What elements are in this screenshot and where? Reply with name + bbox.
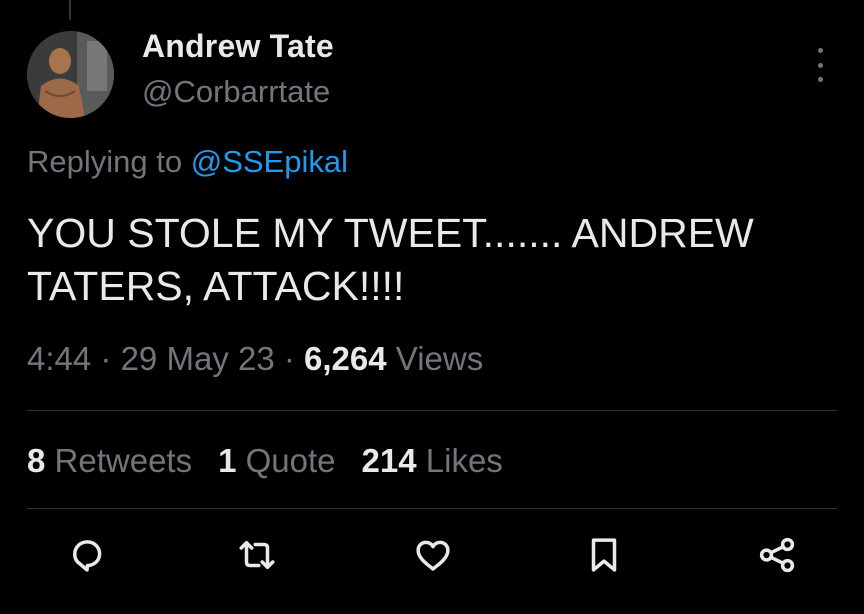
divider [27, 508, 837, 509]
reply-icon [73, 540, 102, 572]
share-icon [759, 537, 795, 573]
views-count: 6,264 [304, 340, 387, 377]
more-dot-icon [817, 48, 823, 53]
replying-to-handle-link[interactable]: @SSEpikal [191, 144, 348, 179]
quotes-stat[interactable]: 1 Quote [218, 442, 335, 480]
tweet-date[interactable]: 29 May 23 [121, 340, 275, 377]
divider [27, 410, 837, 411]
tweet-meta: 4:44 · 29 May 23 · 6,264 Views [27, 340, 483, 378]
replying-to-prefix: Replying to [27, 144, 183, 179]
share-button[interactable] [752, 530, 802, 580]
bookmark-icon [591, 538, 617, 572]
retweets-label: Retweets [54, 442, 193, 479]
more-dot-icon [817, 62, 823, 68]
display-name[interactable]: Andrew Tate [142, 28, 334, 65]
like-button[interactable] [408, 530, 458, 580]
bookmark-button[interactable] [579, 530, 629, 580]
likes-count: 214 [361, 442, 417, 479]
like-icon [416, 540, 450, 571]
reply-button[interactable] [62, 530, 112, 580]
replying-to: Replying to @SSEpikal [27, 144, 348, 180]
tweet-time[interactable]: 4:44 [27, 340, 91, 377]
views-label: Views [395, 340, 484, 377]
more-options-button[interactable] [806, 48, 834, 82]
likes-label: Likes [425, 442, 503, 479]
retweets-stat[interactable]: 8 Retweets [27, 442, 192, 480]
thread-connector-line [69, 0, 71, 20]
retweet-icon [239, 541, 275, 569]
quotes-count: 1 [218, 442, 237, 479]
avatar[interactable] [27, 31, 114, 118]
avatar-photo [27, 31, 114, 118]
user-handle[interactable]: @Corbarrtate [142, 74, 330, 110]
meta-separator: · [100, 340, 112, 377]
more-dot-icon [817, 77, 823, 82]
tweet-text: YOU STOLE MY TWEET....... ANDREW TATERS,… [27, 210, 754, 309]
retweet-button[interactable] [232, 530, 282, 580]
likes-stat[interactable]: 214 Likes [362, 442, 503, 480]
engagement-stats: 8 Retweets 1 Quote 214 Likes [27, 442, 503, 480]
quotes-label: Quote [245, 442, 336, 479]
meta-separator: · [283, 340, 295, 377]
action-bar [0, 530, 864, 590]
retweets-count: 8 [27, 442, 46, 479]
